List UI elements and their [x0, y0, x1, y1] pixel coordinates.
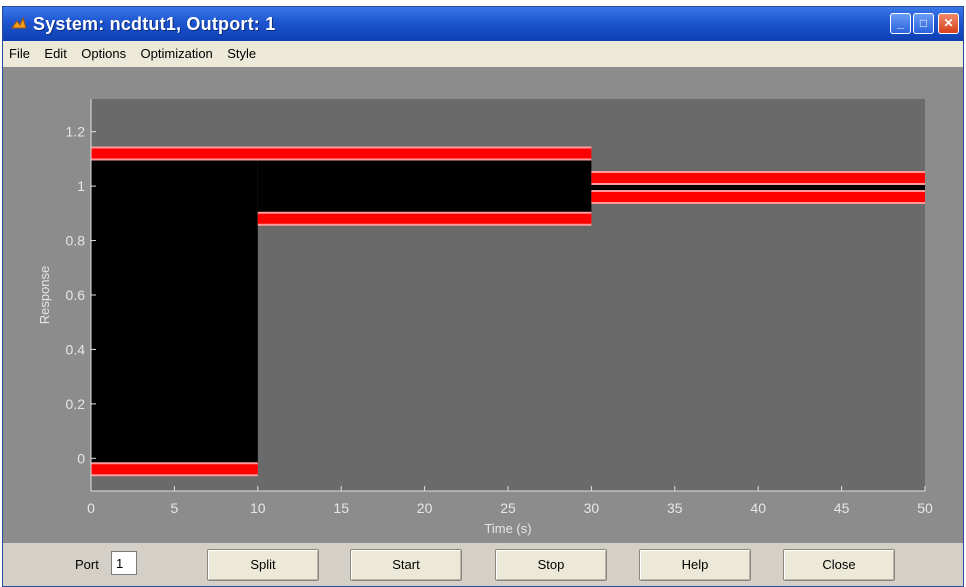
maximize-button[interactable]: □ [913, 13, 934, 34]
close-window-button[interactable]: ✕ [938, 13, 959, 34]
menu-bar: File Edit Options Optimization Style [3, 41, 963, 68]
menu-optimization[interactable]: Optimization [141, 41, 213, 61]
x-axis-label: Time (s) [484, 521, 531, 536]
response-plot[interactable]: 0 5 10 15 20 25 30 35 40 45 50 0 0.2 0.4 0.6 0.8 1 1.2 T… [3, 67, 964, 543]
x-tick-label: 20 [417, 500, 433, 516]
help-button[interactable]: Help [639, 549, 751, 581]
y-tick-label: 0.4 [66, 341, 86, 357]
y-axis-label: Response [37, 266, 52, 325]
window-title: System: ncdtut1, Outport: 1 [33, 14, 276, 34]
menu-options[interactable]: Options [81, 41, 126, 61]
menu-edit[interactable]: Edit [44, 41, 66, 61]
x-tick-label: 50 [917, 500, 933, 516]
port-label: Port [75, 557, 99, 572]
x-tick-label: 30 [584, 500, 600, 516]
x-tick-label: 15 [333, 500, 349, 516]
start-button[interactable]: Start [350, 549, 462, 581]
matlab-logo-icon [11, 16, 27, 29]
close-button[interactable]: Close [783, 549, 895, 581]
menu-style[interactable]: Style [227, 41, 256, 61]
x-tick-label: 40 [750, 500, 766, 516]
y-tick-label: 0.6 [66, 287, 86, 303]
split-button[interactable]: Split [207, 549, 319, 581]
title-bar: System: ncdtut1, Outport: 1 _ □ ✕ [3, 7, 963, 41]
x-tick-label: 25 [500, 500, 516, 516]
figure-area: 0 5 10 15 20 25 30 35 40 45 50 0 0.2 0.4 0.6 0.8 1 1.2 T… [3, 67, 963, 543]
feasible-region-1 [257, 153, 592, 219]
minimize-button[interactable]: _ [890, 13, 911, 34]
y-tick-label: 0 [77, 450, 85, 466]
x-tick-label: 5 [171, 500, 179, 516]
x-tick-label: 45 [834, 500, 850, 516]
y-tick-label: 0.2 [66, 396, 86, 412]
menu-file[interactable]: File [9, 41, 30, 61]
x-tick-label: 10 [250, 500, 266, 516]
app-window: System: ncdtut1, Outport: 1 _ □ ✕ File E… [2, 6, 964, 587]
feasible-region-0 [91, 153, 258, 470]
control-panel: Port Split Start Stop Help Close [3, 543, 963, 586]
y-tick-label: 1 [77, 178, 85, 194]
y-tick-label: 0.8 [66, 233, 86, 249]
y-tick-label: 1.2 [66, 124, 86, 140]
x-tick-label: 0 [87, 500, 95, 516]
stop-button[interactable]: Stop [495, 549, 607, 581]
port-input[interactable] [111, 551, 137, 575]
x-tick-label: 35 [667, 500, 683, 516]
